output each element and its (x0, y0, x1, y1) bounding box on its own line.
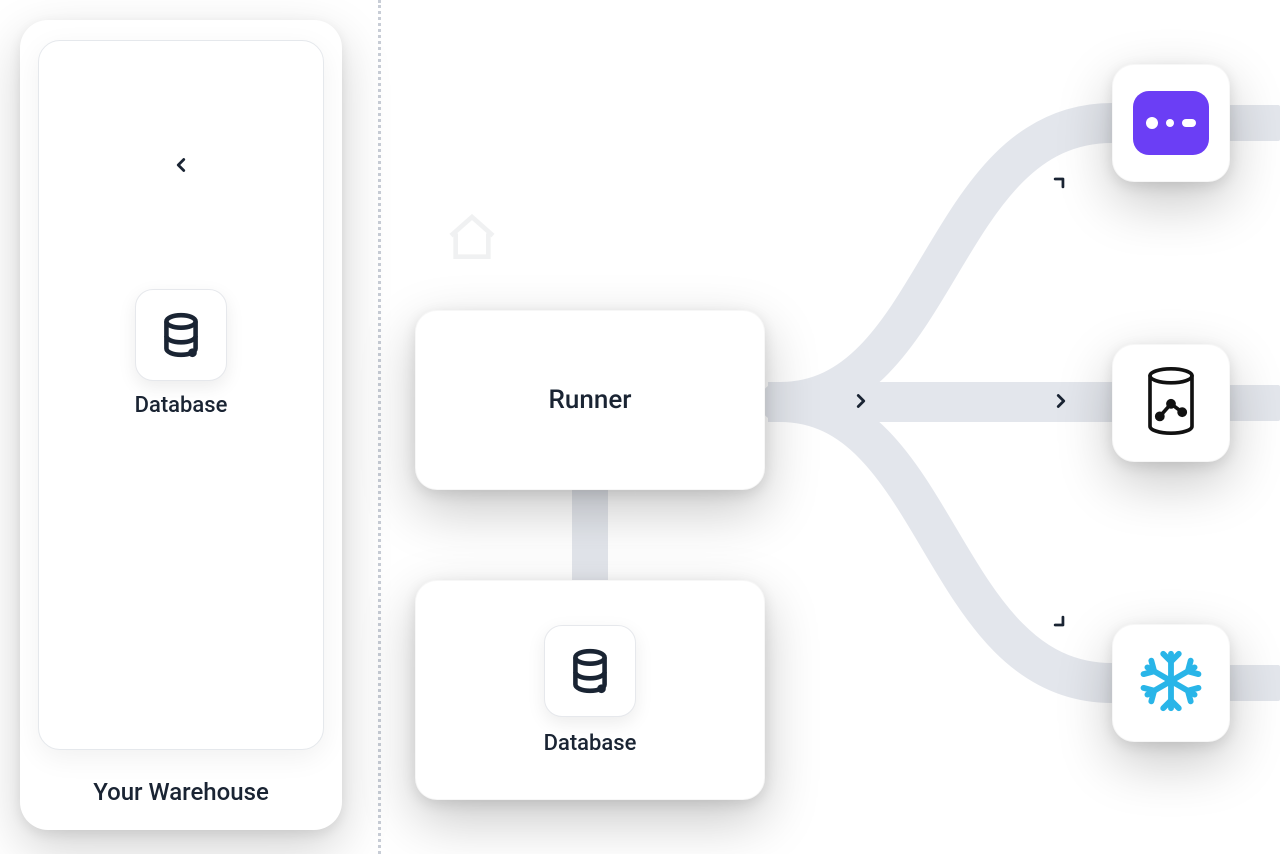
runner-card: Runner (415, 310, 765, 490)
section-divider-dotted (378, 0, 381, 854)
snowflake-icon (1136, 646, 1206, 720)
connector-stub (1228, 665, 1280, 701)
warehouse-source-label: Database (135, 393, 228, 418)
connector-runner-to-db (572, 490, 608, 582)
runner-label: Runner (549, 385, 632, 415)
chevron-right-icon (848, 388, 874, 414)
watermark-house-icon (444, 210, 500, 270)
center-database-card: Database (415, 580, 765, 800)
warehouse-inner-card: Database (38, 40, 324, 750)
database-icon (544, 625, 636, 717)
connector-stub (1228, 385, 1280, 421)
cylinder-graph-icon (1142, 366, 1200, 440)
connector-stub (1228, 105, 1280, 141)
center-database-label: Database (544, 731, 637, 756)
warehouse-card: Database Your Warehouse (20, 20, 342, 830)
destination-card-analytics (1112, 344, 1230, 462)
warehouse-source-block: Database (135, 289, 228, 418)
chevron-up-right-icon (1043, 163, 1080, 200)
chevron-left-icon[interactable] (167, 151, 195, 179)
chevron-right-icon (1048, 388, 1074, 414)
more-icon (1133, 91, 1209, 155)
warehouse-title: Your Warehouse (93, 778, 269, 806)
chevron-down-right-icon (1043, 605, 1080, 642)
database-icon (135, 289, 227, 381)
destination-card-snowflake (1112, 624, 1230, 742)
destination-card-app (1112, 64, 1230, 182)
